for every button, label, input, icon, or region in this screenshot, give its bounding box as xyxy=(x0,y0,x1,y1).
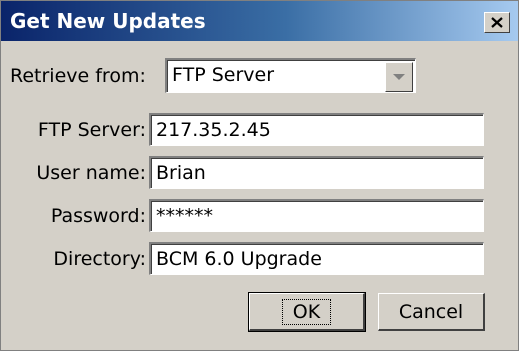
user-name-label: User name: xyxy=(36,162,146,184)
title-bar[interactable]: Get New Updates xyxy=(1,1,518,41)
cancel-button[interactable]: Cancel xyxy=(378,293,485,331)
password-field[interactable]: ****** xyxy=(149,199,484,232)
ftp-server-value: 217.35.2.45 xyxy=(156,119,271,141)
dropdown-arrow-button[interactable] xyxy=(385,62,413,92)
user-name-value: Brian xyxy=(156,162,206,184)
ok-button-label: OK xyxy=(281,298,332,325)
password-value: ****** xyxy=(156,205,213,227)
chevron-down-icon xyxy=(393,73,405,80)
ftp-server-label: FTP Server: xyxy=(37,119,146,141)
directory-value: BCM 6.0 Upgrade xyxy=(156,248,322,270)
close-icon xyxy=(491,17,503,28)
ftp-server-field[interactable]: 217.35.2.45 xyxy=(149,113,484,146)
cancel-button-label: Cancel xyxy=(398,300,464,323)
retrieve-from-label: Retrieve from: xyxy=(10,65,146,87)
ok-button[interactable]: OK xyxy=(248,292,366,332)
directory-field[interactable]: BCM 6.0 Upgrade xyxy=(149,242,484,275)
retrieve-from-dropdown[interactable]: FTP Server xyxy=(165,58,416,93)
user-name-field[interactable]: Brian xyxy=(149,156,484,189)
window-title: Get New Updates xyxy=(10,9,206,33)
directory-label: Directory: xyxy=(53,248,146,270)
password-label: Password: xyxy=(50,205,146,227)
close-button[interactable] xyxy=(484,12,510,33)
get-new-updates-dialog: Get New Updates Retrieve from: FTP Serve… xyxy=(0,0,519,351)
retrieve-from-value: FTP Server xyxy=(172,64,275,86)
